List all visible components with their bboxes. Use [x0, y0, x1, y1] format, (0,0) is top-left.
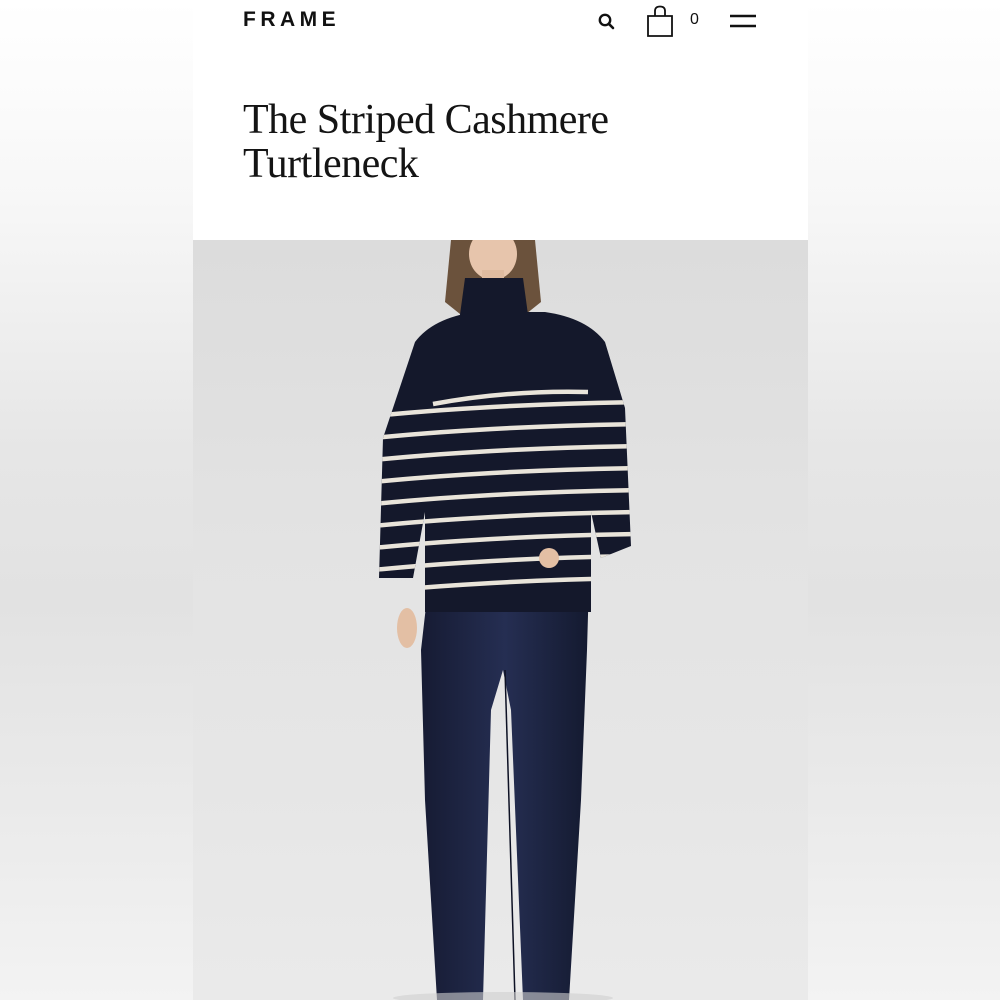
- product-title-line-1: The Striped Cashmere: [243, 97, 609, 143]
- product-title-line-2: Turtleneck: [243, 141, 419, 187]
- hamburger-menu-icon: [730, 14, 756, 28]
- search-button[interactable]: [595, 10, 619, 34]
- search-icon: [598, 13, 615, 30]
- brand-logo[interactable]: FRAME: [243, 8, 340, 32]
- bag-item-count: 0: [690, 11, 699, 28]
- model-illustration: [379, 240, 631, 1000]
- menu-button[interactable]: [728, 12, 758, 32]
- shopping-bag-button[interactable]: [645, 4, 675, 38]
- jeans: [421, 580, 589, 1000]
- left-hand: [397, 608, 417, 648]
- right-hand-in-pocket: [539, 548, 559, 568]
- background-blur-left: [0, 0, 193, 1000]
- product-image[interactable]: [193, 240, 808, 1000]
- product-page: FRAME 0 The Striped Cashmere Turtleneck: [193, 0, 808, 1000]
- product-title-block: The Striped Cashmere Turtleneck: [243, 98, 763, 186]
- product-title: The Striped Cashmere Turtleneck: [243, 98, 763, 186]
- shopping-bag-icon: [647, 5, 673, 37]
- top-navigation-bar: FRAME 0: [193, 0, 808, 44]
- background-blur-right: [808, 0, 1000, 1000]
